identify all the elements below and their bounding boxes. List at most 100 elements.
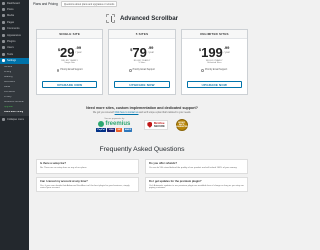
payment-methods: PayPal VISA MC AMEX (96, 128, 133, 132)
price-period: / year (223, 50, 230, 54)
mcafee-label: SECURE (153, 124, 165, 128)
collapse-menu-button[interactable]: Collapse menu (0, 116, 29, 122)
pin-icon (2, 8, 5, 12)
faq-list: Is there a setup fee? No. There are no s… (34, 159, 250, 192)
pricing-page: Advanced Scrollbar SINGLE SITE $ 29 .99/… (34, 10, 250, 250)
faq-question: Do I get updates for the premium plugin? (149, 180, 202, 183)
plugin-name: Advanced Scrollbar (119, 14, 179, 22)
freemius-badge: Secure payments by freemius PayPal VISA … (96, 117, 133, 132)
wrench-icon (2, 52, 5, 56)
plan-price: $ 29 .99/ year (37, 45, 102, 60)
faq-item: Do I get updates for the premium plugin?… (145, 177, 248, 192)
notice-link[interactable]: Questions about plans and upgrades or re… (60, 0, 118, 8)
site-count: 5 Sites (138, 62, 146, 64)
contact-link[interactable]: Click here to contact us (115, 112, 139, 114)
faq-item: Can I cancel my account at any time? Yes… (36, 177, 139, 192)
trust-badges: Secure payments by freemius PayPal VISA … (34, 117, 250, 132)
collapse-icon (2, 117, 5, 121)
contact-text-before: We got you covered! (92, 111, 114, 114)
plan-feature: Priority Email Support (109, 69, 174, 72)
price-amount: 199 (201, 45, 223, 60)
faq-answer: Yes we do! We stand behind the quality o… (149, 166, 238, 169)
support-icon (129, 69, 132, 72)
faq-item: Is there a setup fee? No. There are no s… (36, 159, 139, 174)
freemius-icon (98, 120, 105, 127)
plan-feature: Priority Email Support (37, 69, 102, 72)
site-count: Single Site (64, 62, 75, 64)
submenu-item-label: Advanced Scrollbar (4, 101, 24, 104)
amex-icon: AMEX (123, 128, 133, 132)
submenu-item-label: Writing (4, 71, 12, 74)
price-period: / year (147, 50, 154, 54)
sidebar-item-label: Media (7, 14, 15, 18)
page-icon (2, 20, 5, 24)
shield-icon (147, 121, 153, 128)
page-header: Plans and Pricing Questions about plans … (29, 0, 250, 8)
submenu-item-label: Reading (4, 76, 13, 79)
faq-question: Is there a setup fee? (40, 162, 66, 165)
submenu-item-plans-pricing[interactable]: Plans and Pricing (0, 110, 29, 115)
sidebar-item-label: Tools (7, 52, 14, 56)
mastercard-icon: MC (116, 128, 123, 132)
faq-answer: Yes, if you ever decide that Advanced Sc… (40, 184, 130, 190)
contact-title: Need more sites, custom implementation a… (86, 106, 198, 110)
media-icon (2, 14, 5, 18)
submenu-item-label: Privacy (4, 96, 12, 99)
brush-icon (2, 33, 5, 37)
sidebar-item-label: Collapse menu (7, 117, 25, 121)
sidebar-item-label: Pages (7, 20, 15, 24)
paypal-icon: PayPal (96, 128, 106, 132)
submenu-item-label: General (4, 66, 13, 69)
plan-card-5-sites: 5 SITES $ 79 .99/ year BILLED YEARLY 5 S… (108, 29, 176, 95)
upgrade-button[interactable]: UPGRADE NOW (114, 81, 170, 88)
faq-question: Can I cancel my account at any time? (40, 180, 88, 183)
sidebar-item-label: Settings (7, 59, 17, 63)
submenu-item-label: Media (4, 86, 11, 89)
plan-name: UNLIMITED SITES (181, 30, 247, 39)
plan-card-unlimited-sites: UNLIMITED SITES $ 199 .99/ year BILLED Y… (180, 29, 248, 95)
secure-payments-caption: Secure payments by (104, 117, 125, 120)
settings-icon (2, 59, 5, 63)
upgrade-button[interactable]: UPGRADE NOW (42, 81, 98, 88)
dashboard-icon (2, 1, 5, 5)
submenu-item-label: Discussion (4, 81, 16, 84)
faq-answer: Yes! Automatic updates to our premium pl… (149, 184, 244, 190)
faq-item: Do you offer refunds? Yes we do! We stan… (145, 159, 248, 174)
plan-card-single-site: SINGLE SITE $ 29 .99/ year BILLED YEARLY… (36, 29, 104, 95)
faq-answer: No. There are no setup fees on any of ou… (40, 166, 88, 169)
contact-section: Need more sites, custom implementation a… (34, 106, 250, 114)
upgrade-button[interactable]: UPGRADE NOW (186, 81, 242, 88)
submenu-item-label: Plans and Pricing (4, 111, 24, 114)
price-amount: 29 (60, 45, 75, 60)
visa-icon: VISA (107, 128, 115, 132)
mcafee-badge: McAfee SECURE (144, 119, 168, 130)
sidebar-item-label: Dashboard (7, 1, 20, 5)
submenu-item-label: Upgrade (4, 106, 13, 109)
settings-submenu: General Writing Reading Discussion Media… (0, 63, 29, 116)
plan-feature: Priority Email Support (182, 69, 247, 72)
plan-name: SINGLE SITE (37, 30, 103, 39)
pricing-plans: SINGLE SITE $ 29 .99/ year BILLED YEARLY… (34, 29, 250, 95)
freemius-logo: freemius (98, 120, 130, 127)
feature-label: Priority Email Support (132, 69, 155, 72)
support-icon (56, 69, 60, 72)
site-count: Unlimited Sites (207, 62, 222, 64)
sidebar-item-label: Comments (7, 27, 20, 31)
faq-title: Frequently Asked Questions (99, 146, 185, 153)
guarantee-seal: MONEY BACK GUARANTEE (175, 118, 188, 131)
submenu-item-label: Permalinks (4, 91, 16, 94)
plug-icon (2, 40, 5, 44)
contact-text: We got you covered! Click here to contac… (34, 112, 250, 114)
sidebar-item-label: Users (7, 46, 14, 50)
user-icon (2, 46, 5, 50)
sidebar-item-label: Appearance (7, 33, 21, 37)
feature-label: Priority Email Support (205, 69, 228, 72)
page-title: Plans and Pricing (33, 2, 58, 6)
comment-icon (2, 27, 5, 31)
faq-question: Do you offer refunds? (149, 162, 178, 165)
guarantee-label: MONEY BACK GUARANTEE (175, 121, 188, 128)
price-amount: 79 (132, 45, 147, 60)
admin-sidebar: Dashboard Posts Media Pages Comments App… (0, 0, 29, 250)
contact-text-after: and we'll scope a plan that's tailored t… (139, 111, 192, 114)
sidebar-item-label: Posts (7, 8, 14, 12)
